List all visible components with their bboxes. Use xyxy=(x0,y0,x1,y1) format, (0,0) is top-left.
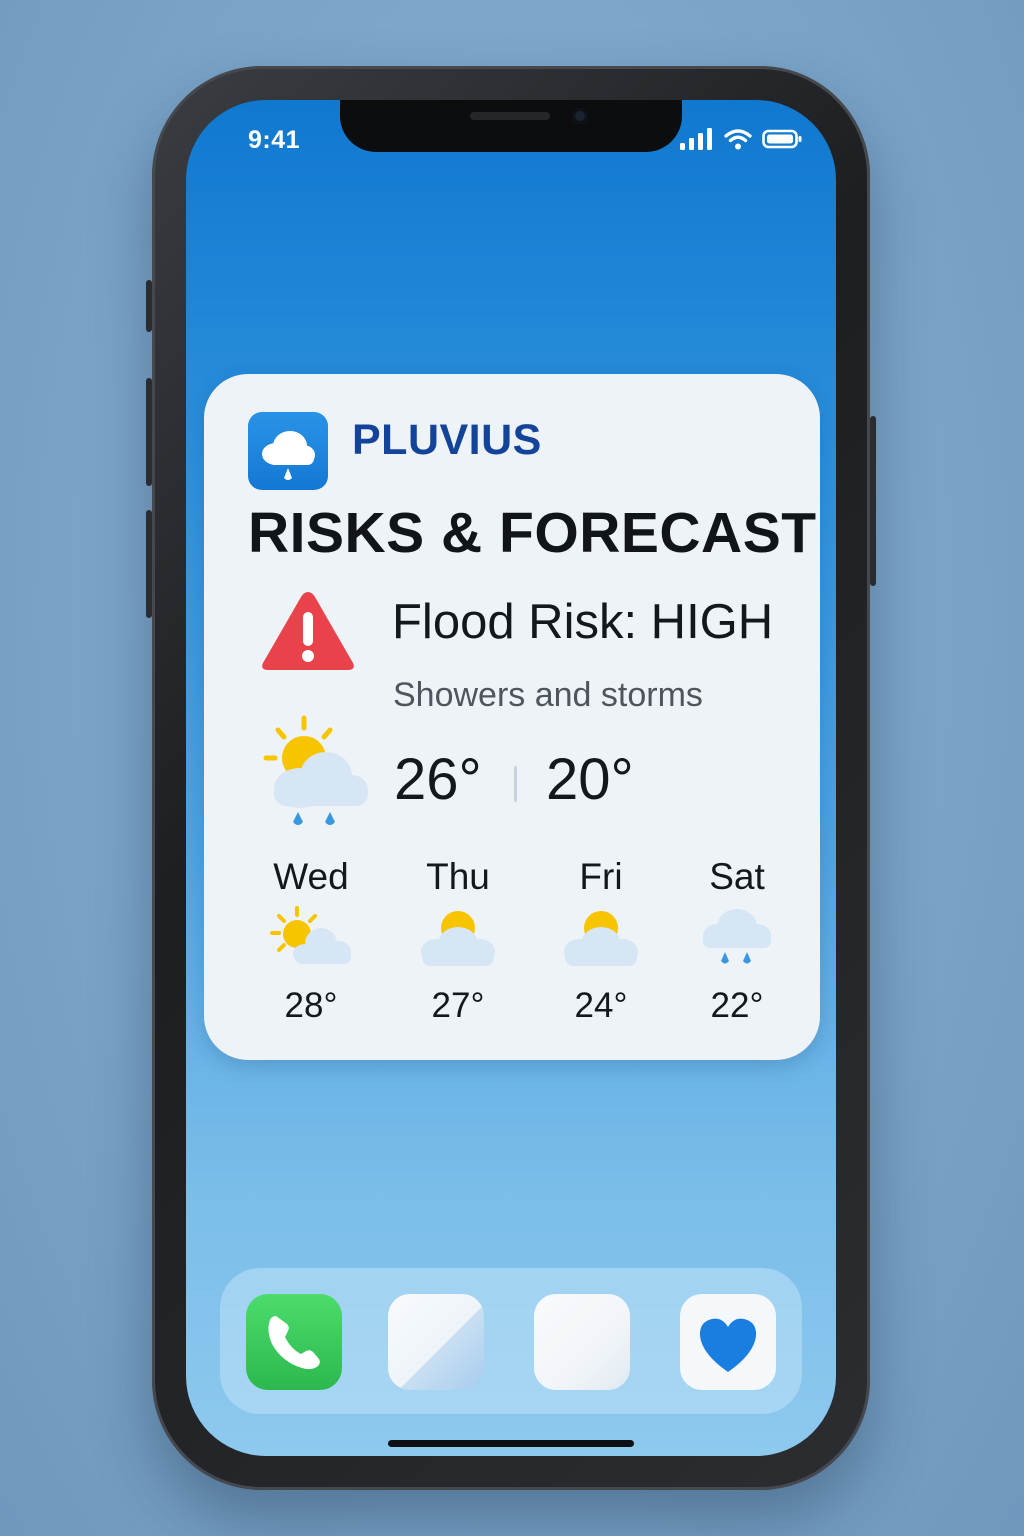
rain-cloud-icon xyxy=(703,909,771,964)
mute-switch xyxy=(146,280,152,332)
sun-behind-cloud-icon xyxy=(270,906,351,964)
notch xyxy=(340,100,682,152)
cloud-rain-icon xyxy=(262,431,315,480)
forecast-day: Sat 22° xyxy=(677,856,797,1026)
temp-low: 20° xyxy=(546,747,634,812)
forecast-day: Fri 24° xyxy=(541,856,661,1026)
forecast-day-name: Thu xyxy=(426,856,490,897)
forecast-temp: 24° xyxy=(574,986,628,1025)
temp-high: 26° xyxy=(394,747,482,812)
forecast-temp: 27° xyxy=(431,986,485,1025)
status-icons xyxy=(680,128,802,150)
volume-up-button xyxy=(146,378,152,486)
forecast-day-name: Fri xyxy=(579,856,623,897)
app-logo xyxy=(248,412,328,490)
volume-down-button xyxy=(146,510,152,618)
condition-text: Showers and storms xyxy=(393,676,703,714)
background: 9:41 PLUVIUS RISKS & FORECAST Flood Risk… xyxy=(0,0,1024,1536)
forecast-day: Wed 28° xyxy=(251,856,371,1026)
phone-icon xyxy=(268,1316,320,1370)
power-button xyxy=(870,416,876,586)
forecast-temp: 28° xyxy=(284,986,338,1025)
cellular-signal-icon xyxy=(680,128,712,150)
phone-app[interactable] xyxy=(246,1294,342,1390)
temp-divider xyxy=(514,766,517,802)
home-screen: 9:41 PLUVIUS RISKS & FORECAST Flood Risk… xyxy=(186,100,836,1456)
blank-app[interactable] xyxy=(388,1294,484,1390)
forecast-day-name: Wed xyxy=(273,856,349,897)
sun-cloud-rain-icon xyxy=(263,715,368,825)
front-camera xyxy=(572,108,588,124)
heart-icon xyxy=(699,1318,757,1372)
wifi-icon xyxy=(724,129,752,150)
warning-triangle-icon xyxy=(262,592,354,670)
flood-risk-label: Flood Risk: HIGH xyxy=(392,595,774,649)
app-name: PLUVIUS xyxy=(352,416,542,464)
blank-app[interactable] xyxy=(534,1294,630,1390)
forecast-temp: 22° xyxy=(710,986,764,1025)
weather-widget[interactable]: PLUVIUS RISKS & FORECAST Flood Risk: HIG… xyxy=(204,374,820,1060)
forecast-day-name: Sat xyxy=(709,856,765,897)
status-time: 9:41 xyxy=(248,126,301,154)
home-indicator[interactable] xyxy=(388,1440,634,1447)
battery-icon xyxy=(762,129,802,149)
sun-behind-cloud-icon xyxy=(564,911,638,966)
widget-title: RISKS & FORECAST xyxy=(248,501,817,565)
health-app[interactable] xyxy=(680,1294,776,1390)
earpiece-speaker xyxy=(470,112,550,120)
forecast-day: Thu 27° xyxy=(398,856,518,1026)
dock xyxy=(220,1268,802,1414)
sun-behind-cloud-icon xyxy=(421,911,495,966)
